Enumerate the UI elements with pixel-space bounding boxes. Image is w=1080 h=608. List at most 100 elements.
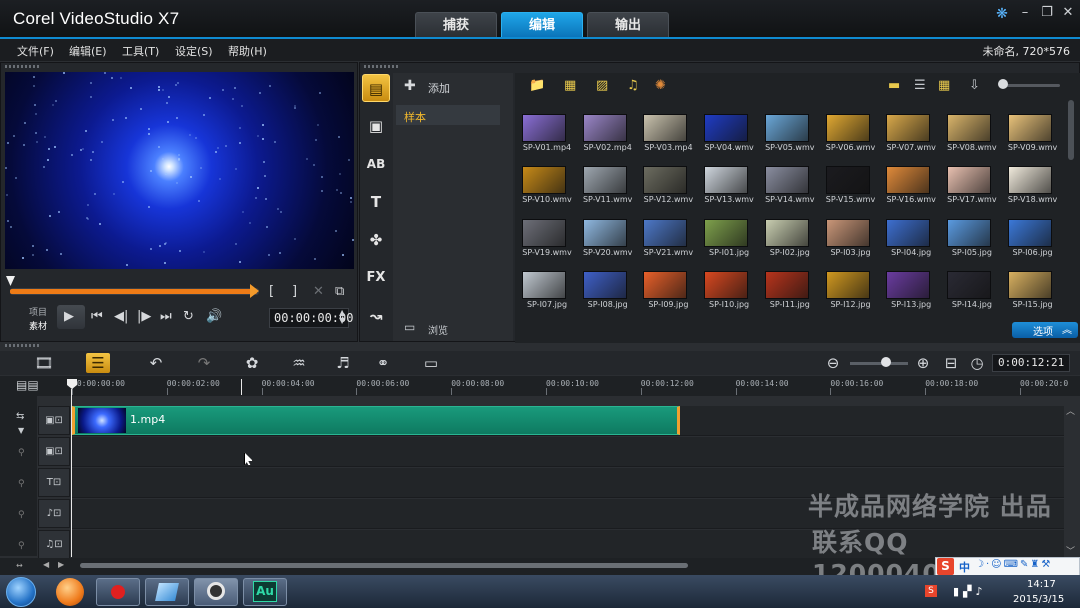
menu-tools[interactable]: 工具(T) (122, 43, 159, 59)
library-thumbnail[interactable]: SP-V18.wmv (1004, 164, 1062, 214)
library-grip[interactable] (364, 65, 398, 68)
restore-icon[interactable]: ❐ (1038, 4, 1056, 22)
library-thumbnail[interactable]: SP-V14.wmv (761, 164, 819, 214)
library-thumbnail[interactable]: SP-I05.jpg (943, 217, 1001, 267)
library-thumbnail[interactable]: SP-V05.wmv (761, 112, 819, 162)
effects-icon[interactable]: ✺ (655, 78, 666, 93)
clock-time[interactable]: 14:17 (1027, 579, 1056, 590)
mark-out-button[interactable]: ] (292, 284, 297, 299)
library-thumbnail[interactable]: SP-I02.jpg (761, 217, 819, 267)
library-thumbnail[interactable]: SP-I11.jpg (761, 269, 819, 319)
library-thumbnail[interactable]: SP-V04.wmv (700, 112, 758, 162)
show-video-icon[interactable]: ▦ (564, 78, 576, 93)
library-thumbnail[interactable]: SP-V10.wmv (518, 164, 576, 214)
mode-project-label[interactable]: 项目 (29, 305, 47, 318)
menu-file[interactable]: 文件(F) (17, 43, 54, 59)
library-thumbnail[interactable]: SP-I12.jpg (822, 269, 880, 319)
library-thumbnail[interactable]: SP-V15.wmv (822, 164, 880, 214)
ime-mode[interactable]: 中 (959, 559, 970, 575)
folder-item-sample[interactable]: 样本 (404, 109, 426, 125)
repeat-icon[interactable]: ↻ (183, 309, 194, 324)
fit-project-icon[interactable]: ⊟ (940, 354, 962, 372)
ime-tools-icon[interactable]: ☽·☺⌨✎♜⚒ (975, 559, 1052, 570)
scroll-right-icon[interactable]: ▶ (58, 560, 64, 569)
previous-frame-icon[interactable]: ◀| (114, 309, 128, 324)
add-folder-label[interactable]: 添加 (428, 80, 450, 96)
overlay-track[interactable] (72, 437, 1064, 467)
start-button-icon[interactable] (6, 577, 36, 607)
library-thumbnail[interactable]: SP-V09.wmv (1004, 112, 1062, 162)
zoom-out-icon[interactable]: ⊖ (822, 354, 844, 372)
graphic-icon[interactable]: ✤ (362, 226, 390, 254)
menu-edit[interactable]: 编辑(E) (69, 43, 107, 59)
hscroll-thumb[interactable] (80, 563, 688, 568)
ripple-dropdown-icon[interactable]: ▼ (18, 426, 24, 435)
sort-icon[interactable]: ⇩ (969, 78, 980, 93)
library-thumbnail[interactable]: SP-I04.jpg (882, 217, 940, 267)
sogou-icon[interactable]: S (937, 558, 954, 575)
library-thumbnail[interactable]: SP-V02.mp4 (579, 112, 637, 162)
mode-clip-label[interactable]: 素材 (29, 319, 47, 332)
color-correction-icon[interactable]: ✿ (241, 354, 263, 372)
tab-share[interactable]: 输出 (587, 12, 669, 38)
library-thumbnail[interactable]: SP-I09.jpg (639, 269, 697, 319)
thumb-size-slider[interactable] (1000, 84, 1060, 87)
thumb-size-handle[interactable] (998, 79, 1008, 89)
clock-icon[interactable]: ◷ (966, 354, 988, 372)
library-thumbnail[interactable]: SP-V16.wmv (882, 164, 940, 214)
mark-in-button[interactable]: [ (269, 284, 274, 299)
library-thumbnail[interactable]: SP-V01.mp4 (518, 112, 576, 162)
list-view-icon[interactable]: ☰ (914, 78, 926, 93)
library-thumbnail[interactable]: SP-V17.wmv (943, 164, 1001, 214)
library-thumbnail[interactable]: SP-I06.jpg (1004, 217, 1062, 267)
play-icon[interactable]: ▶ (64, 309, 74, 324)
music-lock-icon[interactable]: ⚲ (18, 541, 25, 551)
menu-settings[interactable]: 设定(S) (175, 43, 213, 59)
library-thumbnail[interactable]: SP-V13.wmv (700, 164, 758, 214)
title-track-header[interactable]: T⊡ (38, 468, 70, 497)
storyboard-view-icon[interactable]: 🎞 (33, 354, 55, 372)
player-timecode[interactable]: 00:00:00:00 (269, 308, 353, 328)
library-thumbnail[interactable]: SP-V21.wmv (639, 217, 697, 267)
library-thumbnail[interactable]: SP-V20.wmv (579, 217, 637, 267)
minimize-icon[interactable]: – (1016, 4, 1034, 22)
grid-view-icon[interactable]: ▦ (938, 78, 950, 93)
tray-sogou-icon[interactable]: S (925, 585, 937, 597)
zoom-slider-handle[interactable] (881, 357, 891, 367)
next-frame-icon[interactable]: |▶ (137, 309, 151, 324)
zoom-slider[interactable] (850, 362, 908, 365)
library-thumbnail[interactable]: SP-I10.jpg (700, 269, 758, 319)
home-icon[interactable]: ⏮ (91, 309, 103, 324)
show-audio-icon[interactable]: ♫ (627, 78, 639, 93)
clock-date[interactable]: 2015/3/15 (1013, 594, 1064, 605)
library-thumbnail[interactable]: SP-V07.wmv (882, 112, 940, 162)
library-thumbnail[interactable]: SP-I08.jpg (579, 269, 637, 319)
tab-capture[interactable]: 捕获 (415, 12, 497, 38)
scroll-up-icon[interactable]: ︿ (1066, 404, 1075, 417)
music-track-header[interactable]: ♫⊡ (38, 530, 70, 559)
instant-project-icon[interactable]: ▣ (362, 112, 390, 140)
volume-icon[interactable]: 🔊 (206, 309, 222, 324)
globe-icon[interactable]: ❋ (993, 5, 1011, 23)
motion-tracking-icon[interactable]: ⚭ (372, 354, 394, 372)
fit-icon[interactable]: ↔ (16, 561, 23, 570)
transition-icon[interactable]: AB (362, 150, 390, 178)
library-thumbnail[interactable]: SP-V03.mp4 (639, 112, 697, 162)
folder-icon[interactable]: 📁 (529, 78, 545, 93)
end-icon[interactable]: ⏭ (160, 309, 172, 324)
library-scrollbar[interactable] (1068, 100, 1074, 160)
browser-taskbar-icon[interactable] (56, 578, 84, 606)
tray-icons[interactable]: ▮▞♪ (953, 585, 987, 598)
library-thumbnail[interactable]: SP-V11.wmv (579, 164, 637, 214)
zoom-in-icon[interactable]: ⊕ (912, 354, 934, 372)
timeline-ruler[interactable]: 00:00:00:00 00:00:02:00 00:00:04:00 00:00:0… (72, 377, 1072, 395)
overlay-lock-icon[interactable]: ⚲ (18, 448, 25, 458)
subtitle-icon[interactable]: ▭ (420, 354, 442, 372)
panel-grip[interactable] (5, 65, 39, 68)
add-icon[interactable]: ✚ (404, 78, 416, 94)
show-photo-icon[interactable]: ▨ (596, 78, 608, 93)
cut-icon[interactable]: ✕ (313, 284, 324, 299)
library-thumbnail[interactable]: SP-V06.wmv (822, 112, 880, 162)
menu-help[interactable]: 帮助(H) (228, 43, 267, 59)
track-manager-icon[interactable]: ▤▤ (16, 378, 39, 392)
